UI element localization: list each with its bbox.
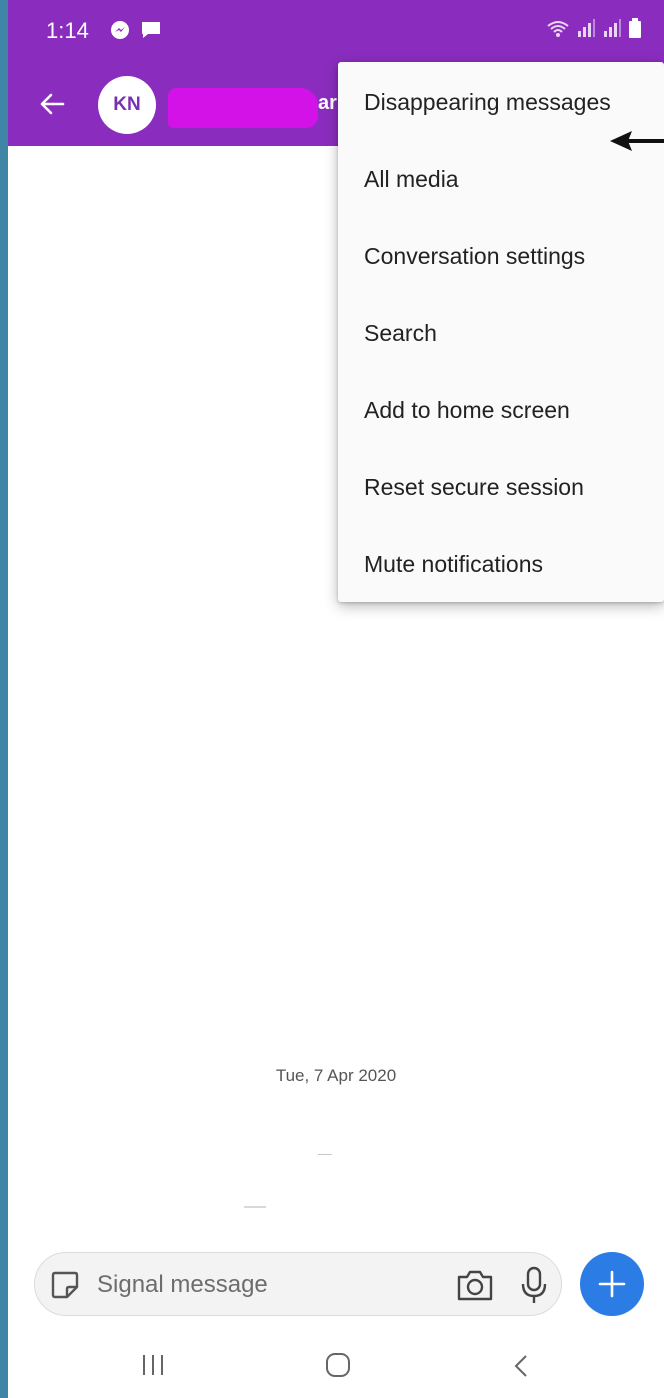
back-button[interactable] bbox=[30, 82, 74, 126]
camera-icon[interactable] bbox=[455, 1267, 495, 1303]
contact-name-redaction[interactable] bbox=[168, 88, 318, 128]
arrow-left-icon bbox=[40, 93, 65, 115]
nav-back-icon[interactable] bbox=[510, 1352, 534, 1380]
signal-icon bbox=[578, 19, 595, 37]
phone-screen: 1:14 KN ar Disappearing messages All med… bbox=[8, 0, 664, 1398]
system-navigation-bar bbox=[8, 1330, 664, 1398]
menu-item-reset-secure-session[interactable]: Reset secure session bbox=[338, 449, 664, 526]
signal-icon bbox=[604, 19, 621, 37]
wifi-icon bbox=[547, 21, 569, 37]
menu-item-mute-notifications[interactable]: Mute notifications bbox=[338, 526, 664, 603]
contact-name-fragment[interactable]: ar bbox=[318, 92, 337, 115]
status-icons-left bbox=[110, 20, 162, 40]
contact-avatar[interactable]: KN bbox=[98, 76, 156, 134]
microphone-icon[interactable] bbox=[519, 1265, 549, 1305]
menu-item-conversation-settings[interactable]: Conversation settings bbox=[338, 218, 664, 295]
messenger-icon bbox=[111, 21, 129, 39]
status-time: 1:14 bbox=[46, 18, 89, 43]
attachment-add-button[interactable] bbox=[580, 1252, 644, 1316]
annotation-arrow-icon bbox=[610, 131, 664, 151]
status-bar: 1:14 bbox=[8, 0, 664, 62]
date-divider: Tue, 7 Apr 2020 bbox=[275, 1066, 397, 1085]
recents-icon[interactable] bbox=[138, 1352, 168, 1378]
status-icons-right bbox=[546, 18, 642, 38]
message-input[interactable] bbox=[97, 1263, 397, 1307]
menu-item-add-to-home-screen[interactable]: Add to home screen bbox=[338, 372, 664, 449]
faint-mark bbox=[318, 1154, 332, 1155]
menu-item-search[interactable]: Search bbox=[338, 295, 664, 372]
message-icon bbox=[142, 22, 160, 38]
battery-icon bbox=[629, 18, 641, 38]
faint-mark bbox=[244, 1206, 266, 1208]
sticker-icon[interactable] bbox=[49, 1269, 81, 1301]
home-icon[interactable] bbox=[324, 1352, 352, 1378]
message-composer bbox=[34, 1252, 562, 1316]
plus-icon bbox=[598, 1270, 626, 1298]
